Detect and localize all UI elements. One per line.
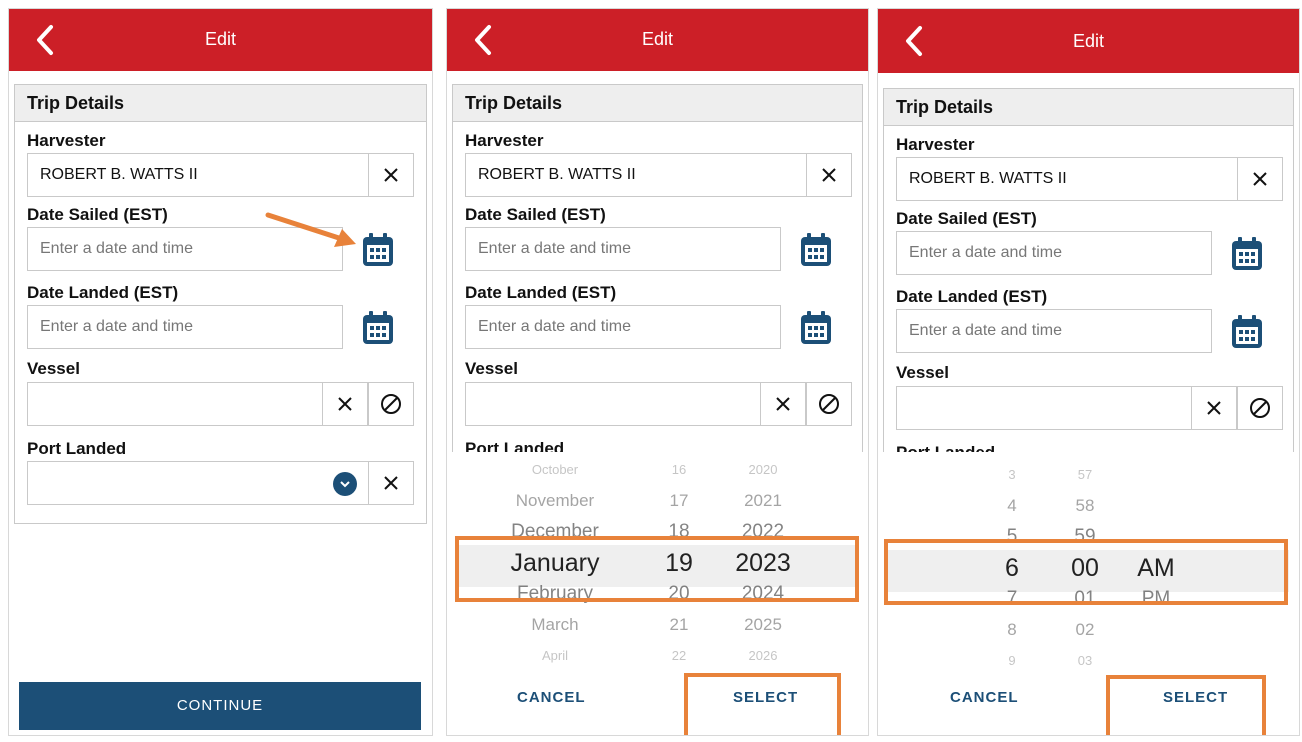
harvester-input[interactable]: ROBERT B. WATTS II xyxy=(465,153,807,197)
close-icon xyxy=(822,168,836,182)
vessel-none-button[interactable] xyxy=(1237,386,1283,430)
date-landed-label: Date Landed (EST) xyxy=(896,287,1048,306)
picker-option[interactable]: 2021 xyxy=(703,491,823,511)
vessel-label: Vessel xyxy=(27,359,80,378)
vessel-none-button[interactable] xyxy=(368,382,414,426)
vessel-none-button[interactable] xyxy=(806,382,852,426)
date-sailed-input[interactable]: Enter a date and time xyxy=(896,231,1212,275)
edit-screen-date-picker: Edit Trip Details Harvester ROBERT B. WA… xyxy=(446,8,869,736)
date-landed-label: Date Landed (EST) xyxy=(27,283,179,302)
header-bar: Edit xyxy=(447,9,868,71)
trip-details-card: Trip Details Harvester ROBERT B. WATTS I… xyxy=(14,84,427,524)
vessel-input[interactable] xyxy=(896,386,1192,430)
date-sailed-label: Date Sailed (EST) xyxy=(896,209,1037,228)
vessel-label: Vessel xyxy=(465,359,518,378)
calendar-icon[interactable] xyxy=(1229,313,1265,351)
harvester-clear-button[interactable] xyxy=(1237,157,1283,201)
calendar-icon[interactable] xyxy=(798,231,834,269)
header-bar: Edit xyxy=(878,9,1299,73)
calendar-icon[interactable] xyxy=(1229,235,1265,273)
vessel-clear-button[interactable] xyxy=(322,382,368,426)
select-highlight-box xyxy=(684,673,841,735)
harvester-input[interactable]: ROBERT B. WATTS II xyxy=(27,153,369,197)
vessel-input[interactable] xyxy=(465,382,761,426)
picker-option[interactable]: 2020 xyxy=(703,462,823,477)
prohibit-icon xyxy=(819,394,839,414)
header-title: Edit xyxy=(204,29,237,49)
port-landed-select[interactable] xyxy=(27,461,369,505)
picker-option[interactable]: March xyxy=(495,615,615,635)
picker-option[interactable]: 57 xyxy=(1025,467,1145,482)
close-icon xyxy=(338,397,352,411)
calendar-icon[interactable] xyxy=(360,309,396,347)
prohibit-icon xyxy=(381,394,401,414)
vessel-clear-button[interactable] xyxy=(1191,386,1237,430)
date-sailed-label: Date Sailed (EST) xyxy=(27,205,168,224)
harvester-input[interactable]: ROBERT B. WATTS II xyxy=(896,157,1238,201)
edit-screen-time-picker: Edit Trip Details Harvester ROBERT B. WA… xyxy=(877,8,1300,736)
trip-details-title: Trip Details xyxy=(15,85,426,122)
trip-details-title: Trip Details xyxy=(453,85,862,122)
close-icon xyxy=(384,476,398,490)
date-sailed-input[interactable]: Enter a date and time xyxy=(465,227,781,271)
close-icon xyxy=(384,168,398,182)
arrow-annotation-icon xyxy=(265,212,356,247)
harvester-label: Harvester xyxy=(896,135,975,154)
selection-highlight-box xyxy=(884,539,1288,605)
picker-option[interactable]: 2026 xyxy=(703,648,823,663)
date-landed-input[interactable]: Enter a date and time xyxy=(896,309,1212,353)
date-sailed-label: Date Sailed (EST) xyxy=(465,205,606,224)
chevron-down-icon[interactable] xyxy=(333,472,357,496)
date-landed-input[interactable]: Enter a date and time xyxy=(465,305,781,349)
prohibit-icon xyxy=(1250,398,1270,418)
port-landed-clear-button[interactable] xyxy=(368,461,414,505)
harvester-label: Harvester xyxy=(465,131,544,150)
calendar-icon[interactable] xyxy=(360,231,396,269)
vessel-clear-button[interactable] xyxy=(760,382,806,426)
picker-option[interactable]: 58 xyxy=(1025,496,1145,516)
trip-details-title: Trip Details xyxy=(884,89,1293,126)
header-bar: Edit xyxy=(9,9,432,71)
picker-option[interactable]: April xyxy=(495,648,615,663)
close-icon xyxy=(776,397,790,411)
select-highlight-box xyxy=(1106,675,1266,735)
port-landed-label: Port Landed xyxy=(27,439,127,458)
cancel-button[interactable]: CANCEL xyxy=(950,689,1019,706)
selection-highlight-box xyxy=(455,536,859,602)
picker-option[interactable]: November xyxy=(495,491,615,511)
header-title: Edit xyxy=(641,29,674,49)
close-icon xyxy=(1253,172,1267,186)
harvester-clear-button[interactable] xyxy=(806,153,852,197)
picker-option[interactable]: 2025 xyxy=(703,615,823,635)
picker-option[interactable]: 02 xyxy=(1025,620,1145,640)
continue-button[interactable]: CONTINUE xyxy=(19,682,421,730)
picker-option[interactable]: October xyxy=(495,462,615,477)
date-landed-input[interactable]: Enter a date and time xyxy=(27,305,343,349)
harvester-label: Harvester xyxy=(27,131,106,150)
harvester-clear-button[interactable] xyxy=(368,153,414,197)
vessel-input[interactable] xyxy=(27,382,323,426)
calendar-icon[interactable] xyxy=(798,309,834,347)
cancel-button[interactable]: CANCEL xyxy=(517,689,586,706)
vessel-label: Vessel xyxy=(896,363,949,382)
edit-screen-form: Edit Trip Details Harvester ROBERT B. WA… xyxy=(8,8,433,736)
date-landed-label: Date Landed (EST) xyxy=(465,283,617,302)
close-icon xyxy=(1207,401,1221,415)
header-title: Edit xyxy=(1072,31,1105,51)
